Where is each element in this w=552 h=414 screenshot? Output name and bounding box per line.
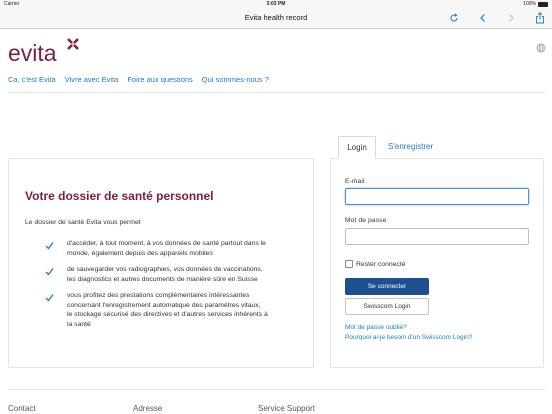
footer-address[interactable]: Adresse — [133, 404, 162, 413]
nav-divider — [8, 92, 545, 93]
remember-me[interactable]: Rester connecté — [345, 260, 406, 268]
nav-link-vivre[interactable]: Vivre avec Evita — [65, 75, 119, 84]
benefit-line: concernant l'enregistrement automatique … — [67, 301, 261, 309]
benefits-list: d'accéder, à tout moment, à vos données … — [25, 239, 310, 336]
password-label: Mot de passe — [345, 217, 387, 224]
password-field[interactable] — [345, 228, 529, 245]
check-icon — [45, 293, 54, 302]
nav-link-faq[interactable]: Foire aux questions — [127, 75, 192, 84]
remember-label: Rester connecté — [356, 260, 406, 268]
benefit-line: le stockage sécurisé des directives et d… — [67, 311, 268, 318]
why-swisscom-link[interactable]: Pourquoi ai-je besoin d'un Swisscom Logi… — [345, 334, 472, 341]
forward-icon[interactable] — [504, 11, 518, 25]
nav-link-about[interactable]: Qui sommes-nous ? — [202, 75, 269, 84]
navigation-bar: Evita health record — [0, 9, 552, 29]
nav-link-evita[interactable]: Ca, c'est Evita — [8, 75, 56, 84]
battery-status: 100% — [523, 1, 548, 7]
tab-login[interactable]: Login — [338, 136, 376, 159]
forgot-password-link[interactable]: Mot de passe oublié? — [345, 324, 407, 331]
evita-logo[interactable]: evita — [8, 37, 82, 66]
tab-register[interactable]: S'enregistrer — [388, 142, 433, 151]
benefit-item: vous profitez des prestations complément… — [25, 291, 310, 329]
info-panel: Votre dossier de santé personnel Le doss… — [8, 158, 314, 368]
benefit-item: d'accéder, à tout moment, à vos données … — [25, 239, 310, 258]
share-icon[interactable] — [533, 11, 547, 25]
benefit-line: vous profitez des prestations complément… — [67, 292, 250, 299]
footer-support[interactable]: Service Support — [258, 404, 315, 413]
login-button[interactable]: Se connecter — [345, 278, 429, 295]
footer-divider — [8, 389, 545, 390]
email-field[interactable] — [345, 188, 529, 205]
footer-contact[interactable]: Contact — [8, 404, 36, 413]
main-navigation: Ca, c'est Evita Vivre avec Evita Foire a… — [8, 75, 269, 84]
benefit-line: les diagnostics et autres documents de m… — [67, 275, 258, 283]
benefit-item: de sauvegarder vos radiographies, vos do… — [25, 265, 310, 284]
benefit-line: monde, également depuis des appareils mo… — [67, 249, 213, 257]
logo-cross-icon — [67, 38, 79, 50]
remember-checkbox[interactable] — [345, 260, 353, 268]
swisscom-login-button[interactable]: Swisscom Login — [345, 298, 429, 315]
info-lead: Le dossier de santé Evita vous permet — [25, 219, 141, 226]
check-icon — [45, 241, 54, 250]
login-panel: E-mail Mot de passe Rester connecté Se c… — [330, 158, 544, 368]
reload-icon[interactable] — [447, 11, 461, 25]
battery-icon — [538, 1, 548, 7]
benefit-line: de sauvegarder vos radiographies, vos do… — [67, 266, 263, 273]
benefit-line: la santé — [67, 320, 91, 328]
battery-percent: 100% — [523, 1, 536, 7]
email-label: E-mail — [345, 178, 365, 185]
status-bar: Carrier 3:03 PM 100% — [0, 0, 552, 9]
globe-icon[interactable] — [536, 40, 546, 53]
info-title: Votre dossier de santé personnel — [25, 189, 214, 203]
logo-text: evita — [8, 40, 57, 65]
check-icon — [45, 267, 54, 276]
back-icon[interactable] — [476, 11, 490, 25]
nav-title: Evita health record — [244, 13, 308, 22]
benefit-line: d'accéder, à tout moment, à vos données … — [67, 240, 266, 247]
clock: 3:03 PM — [266, 1, 286, 7]
